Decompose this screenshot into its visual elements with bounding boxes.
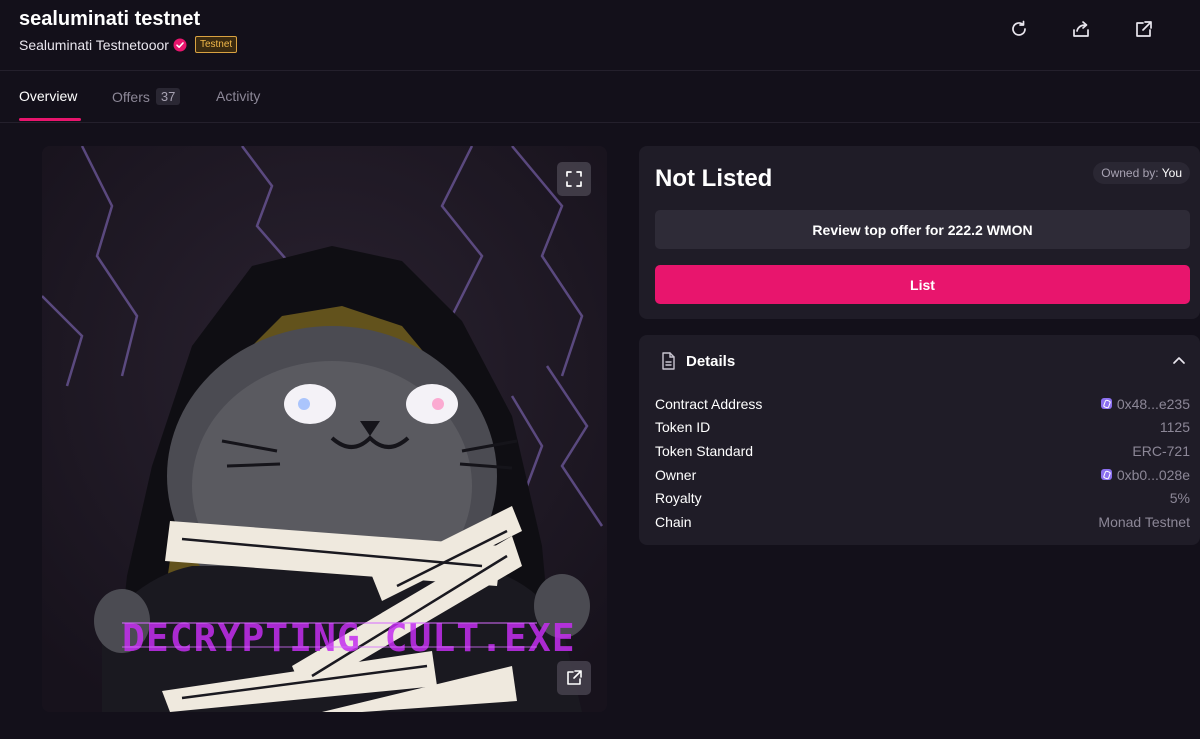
detail-label: Owner	[655, 466, 697, 483]
creator-name[interactable]: Sealuminati Testnetooor	[19, 37, 169, 53]
detail-value: 5%	[1169, 490, 1190, 507]
monad-chain-icon	[1100, 398, 1112, 410]
detail-label: Royalty	[655, 490, 702, 507]
detail-row-chain: Chain Monad Testnet	[655, 510, 1190, 534]
tab-overview[interactable]: Overview	[19, 88, 77, 104]
details-toggle[interactable]: Details	[639, 335, 1200, 387]
monad-chain-icon	[1100, 469, 1112, 481]
active-tab-indicator	[19, 118, 81, 121]
tab-offers-label: Offers	[112, 88, 150, 105]
open-external-icon[interactable]	[557, 661, 591, 695]
owned-by-badge: Owned by: You	[1093, 162, 1190, 184]
detail-row-token-standard: Token Standard ERC-721	[655, 439, 1190, 463]
detail-row-token-id: Token ID 1125	[655, 416, 1190, 440]
review-top-offer-button[interactable]: Review top offer for 222.2 WMON	[655, 210, 1190, 249]
list-button[interactable]: List	[655, 265, 1190, 304]
detail-row-contract-address: Contract Address 0x48...e235	[655, 392, 1190, 416]
detail-label: Contract Address	[655, 395, 763, 412]
owner-address-link[interactable]: 0xb0...028e	[1100, 466, 1190, 483]
nft-image: DECRYPTING CULT.EXE	[42, 146, 607, 712]
tab-bar: Overview Offers 37 Activity	[0, 71, 1200, 123]
creator-row: Sealuminati Testnetooor Testnet	[19, 36, 238, 53]
detail-row-royalty: Royalty 5%	[655, 486, 1190, 510]
contract-address-link[interactable]: 0x48...e235	[1100, 395, 1190, 412]
tab-overview-label: Overview	[19, 88, 78, 104]
detail-label: Token ID	[655, 419, 711, 436]
listing-card: Not Listed Owned by: You Review top offe…	[639, 146, 1200, 319]
listing-status: Not Listed	[655, 165, 773, 192]
details-card: Details Contract Address 0x48...e235 Tok…	[639, 335, 1200, 545]
detail-value: 1125	[1159, 419, 1190, 436]
detail-label: Chain	[655, 513, 692, 530]
expand-icon[interactable]	[557, 162, 591, 196]
external-link-icon[interactable]	[1133, 18, 1155, 40]
tab-activity-label: Activity	[216, 88, 261, 104]
collection-title[interactable]: sealuminati testnet	[19, 8, 200, 31]
details-list: Contract Address 0x48...e235 Token ID 11…	[655, 392, 1190, 534]
collection-header: sealuminati testnet Sealuminati Testneto…	[0, 0, 1200, 71]
verified-badge-icon	[173, 38, 187, 52]
detail-value: ERC-721	[1132, 442, 1190, 459]
details-title: Details	[686, 353, 736, 370]
refresh-icon[interactable]	[1008, 18, 1030, 40]
detail-row-owner: Owner 0xb0...028e	[655, 463, 1190, 487]
offers-count-badge: 37	[155, 88, 181, 105]
detail-value: 0xb0...028e	[1116, 466, 1190, 483]
owned-by-value: You	[1161, 166, 1182, 180]
testnet-badge: Testnet	[194, 36, 238, 53]
tab-offers[interactable]: Offers 37	[112, 88, 181, 105]
detail-value: 0x48...e235	[1116, 395, 1190, 412]
owned-by-label: Owned by:	[1101, 166, 1159, 180]
detail-value: Monad Testnet	[1098, 513, 1190, 530]
nft-artwork: DECRYPTING CULT.EXE	[42, 146, 607, 712]
share-icon[interactable]	[1070, 18, 1092, 40]
detail-label: Token Standard	[655, 442, 754, 459]
chevron-up-icon[interactable]	[1171, 353, 1187, 374]
tab-activity[interactable]: Activity	[216, 88, 260, 104]
document-icon	[660, 352, 676, 375]
